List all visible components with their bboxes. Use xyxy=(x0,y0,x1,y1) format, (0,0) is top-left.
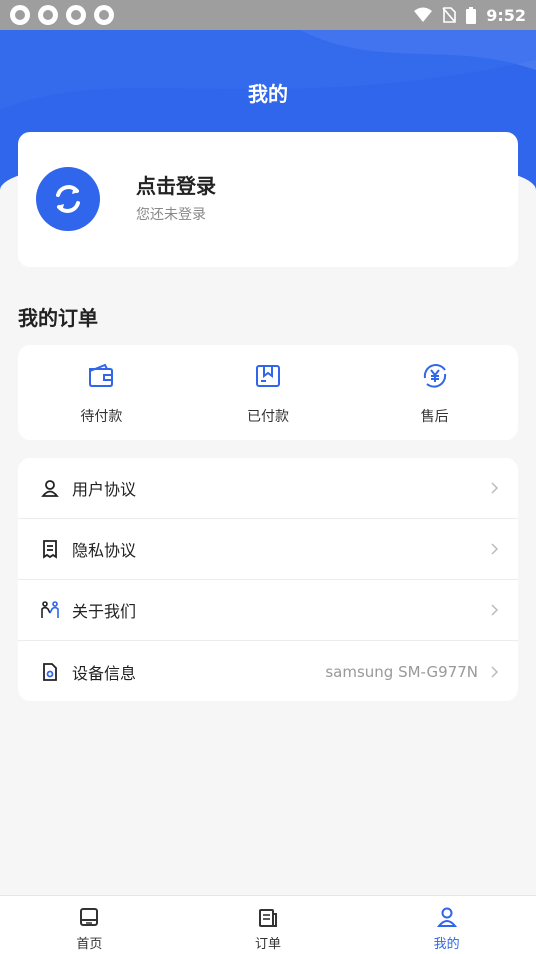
order-label: 售后 xyxy=(420,409,449,425)
bottom-tab-bar: 首页 订单 我的 xyxy=(0,895,536,954)
user-agreement-icon xyxy=(41,480,59,497)
home-icon xyxy=(80,908,99,926)
wallet-icon xyxy=(89,363,114,387)
device-file-icon xyxy=(43,662,57,681)
menu-item-about-us[interactable]: 关于我们 xyxy=(18,580,518,641)
login-title[interactable]: 点击登录 xyxy=(136,170,216,199)
orders-section-title: 我的订单 xyxy=(18,306,98,330)
menu-label: 关于我们 xyxy=(72,602,137,621)
tab-label: 首页 xyxy=(76,937,103,952)
order-label: 待付款 xyxy=(80,409,123,425)
app-notification-icon xyxy=(94,5,114,25)
menu-label: 用户协议 xyxy=(72,480,137,499)
profile-icon xyxy=(436,907,457,927)
menu-item-privacy-agreement[interactable]: 隐私协议 xyxy=(18,519,518,580)
refresh-avatar-icon xyxy=(56,185,80,213)
menu-label: 隐私协议 xyxy=(72,541,137,560)
people-icon xyxy=(41,601,59,618)
app-notification-icon xyxy=(38,5,58,25)
privacy-document-icon xyxy=(43,540,57,559)
wifi-icon xyxy=(414,7,433,22)
order-paid[interactable]: 已付款 xyxy=(185,345,352,440)
no-sim-icon xyxy=(442,7,457,23)
box-icon xyxy=(256,365,280,387)
login-card[interactable]: 点击登录 您还未登录 xyxy=(18,132,518,267)
app-notification-icon xyxy=(66,5,86,25)
tab-orders[interactable]: 订单 xyxy=(179,896,358,954)
chevron-right-icon xyxy=(491,604,499,616)
order-pending-payment[interactable]: 待付款 xyxy=(18,345,185,440)
tab-profile[interactable]: 我的 xyxy=(357,896,536,954)
order-after-sales[interactable]: 售后 xyxy=(351,345,518,440)
chevron-right-icon xyxy=(491,665,499,678)
tab-label: 我的 xyxy=(433,937,460,952)
yuan-refund-icon xyxy=(423,364,446,388)
battery-icon xyxy=(466,6,477,24)
orders-card: 待付款 已付款 售后 xyxy=(18,345,518,440)
device-model-value: samsung SM-G977N xyxy=(325,662,478,681)
menu-label: 设备信息 xyxy=(72,663,137,683)
settings-menu: 用户协议 隐私协议 关于我们 设备信息 samsung SM-G977N xyxy=(18,458,518,701)
orders-icon xyxy=(259,909,277,927)
chevron-right-icon xyxy=(491,543,499,555)
status-bar: 9:52 xyxy=(0,0,536,30)
status-time: 9:52 xyxy=(486,5,526,25)
avatar[interactable] xyxy=(36,167,100,231)
order-label: 已付款 xyxy=(247,409,289,425)
tab-label: 订单 xyxy=(255,937,282,952)
menu-item-device-info[interactable]: 设备信息 samsung SM-G977N xyxy=(18,641,518,701)
menu-item-user-agreement[interactable]: 用户协议 xyxy=(18,458,518,519)
login-subtitle: 您还未登录 xyxy=(136,207,206,223)
chevron-right-icon xyxy=(491,482,499,494)
tab-home[interactable]: 首页 xyxy=(0,896,179,954)
app-notification-icon xyxy=(10,5,30,25)
page-title: 我的 xyxy=(248,82,288,106)
